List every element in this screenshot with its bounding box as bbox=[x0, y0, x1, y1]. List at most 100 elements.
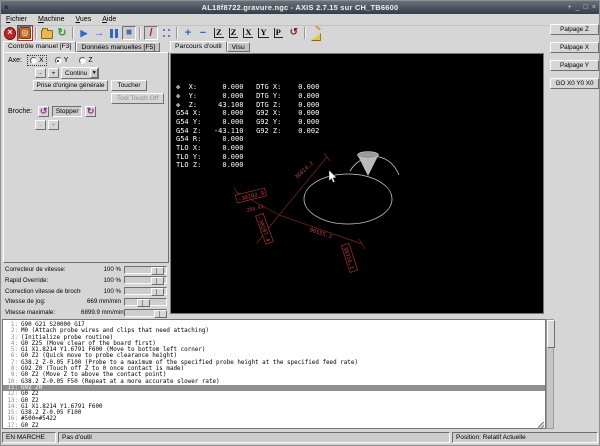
home-all-button[interactable]: Prise d'origine générale bbox=[33, 80, 108, 91]
rotate-icon: ↺ bbox=[290, 28, 298, 38]
menu-item[interactable]: Aide bbox=[102, 16, 116, 23]
dro-line: TLO Y: 0.000 bbox=[176, 153, 319, 162]
jog-minus-button[interactable]: - bbox=[35, 68, 46, 78]
slider-label: Correcteur de vitesse: bbox=[5, 266, 81, 273]
tool-cone bbox=[358, 152, 379, 177]
view-buttons: Z Z X Y P bbox=[213, 27, 284, 39]
touch-off-button[interactable]: Toucher bbox=[111, 80, 147, 91]
run-step-button[interactable]: → bbox=[92, 26, 106, 40]
tab-preview[interactable]: Parcours d'outil bbox=[170, 41, 227, 52]
spindle-slower-button[interactable]: - bbox=[35, 120, 46, 130]
slider-thumb[interactable] bbox=[151, 277, 164, 285]
slider-track[interactable] bbox=[124, 287, 167, 295]
gcode-listing[interactable]: 1: G90 G21 S20000 G17 2: M0 (Attach prob… bbox=[2, 319, 546, 429]
jog-increment-combo[interactable]: Continu ▼ bbox=[61, 67, 99, 79]
rotate-view-button[interactable]: ↺ bbox=[287, 26, 301, 40]
tool-touch-off-button[interactable]: Tool Touch Off bbox=[111, 93, 164, 104]
spindle-ccw-button[interactable]: ↺ bbox=[38, 106, 49, 117]
dro-line: TLO Z: 0.000 bbox=[176, 161, 319, 170]
override-sliders: Correcteur de vitesse: 100 % Rapid Overr… bbox=[3, 264, 169, 318]
dro-line: G54 Z: -43.110 G92 Z: 0.002 bbox=[176, 127, 319, 136]
slider-thumb[interactable] bbox=[151, 288, 164, 296]
menu-item[interactable]: Vues bbox=[76, 16, 92, 23]
zoom-in-icon: + bbox=[185, 28, 191, 38]
axis-radio[interactable]: X bbox=[28, 56, 46, 65]
chevron-down-icon: ▼ bbox=[90, 68, 98, 78]
pause-program-button[interactable] bbox=[107, 26, 121, 40]
resize-grip-icon[interactable] bbox=[538, 422, 544, 428]
dro-readout: ✥ X: 0.000 DTG X: 0.000✥ Y: 0.000 DTG Y:… bbox=[176, 57, 319, 170]
view-letter-icon: Y bbox=[258, 28, 268, 38]
toggle-skip-lines-button[interactable]: / bbox=[144, 26, 158, 40]
spindle-ccw-icon: ↺ bbox=[40, 107, 48, 116]
window-control-button[interactable]: □ bbox=[584, 1, 588, 14]
zoom-out-button[interactable]: − bbox=[196, 26, 210, 40]
slider-track[interactable] bbox=[124, 266, 167, 274]
slider-label: Correction vitesse de broche: bbox=[5, 288, 81, 295]
menu-item[interactable]: Fichier bbox=[6, 16, 27, 23]
slider-track[interactable] bbox=[124, 309, 167, 317]
spindle-label: Broche: bbox=[8, 108, 32, 115]
clear-plot-button[interactable] bbox=[309, 26, 323, 40]
listing-scrollbar[interactable] bbox=[546, 319, 554, 429]
zoom-in-button[interactable]: + bbox=[181, 26, 195, 40]
view-button[interactable]: Z bbox=[228, 27, 240, 39]
optional-pause-icon bbox=[163, 29, 170, 37]
toolbar-separator bbox=[35, 27, 37, 39]
preview-tabs: Parcours d'outil Visu bbox=[170, 41, 250, 52]
slider-thumb[interactable] bbox=[137, 299, 150, 307]
axis-radio[interactable]: Z bbox=[77, 56, 94, 65]
view-letter-icon: Z bbox=[229, 28, 239, 38]
reload-file-button[interactable]: ↻ bbox=[55, 26, 69, 40]
window-menu-icon[interactable]: × bbox=[4, 1, 9, 14]
tab-mdi[interactable]: Données manuelles [F5] bbox=[76, 42, 160, 52]
status-tool: Pas d'outil bbox=[58, 432, 450, 443]
window-control-button[interactable]: + bbox=[568, 1, 572, 14]
axis-label: Axe: bbox=[8, 57, 22, 64]
spindle-faster-button[interactable]: + bbox=[48, 120, 59, 130]
open-file-button[interactable] bbox=[40, 26, 54, 40]
power-icon: ◎ bbox=[19, 27, 31, 39]
stop-program-button[interactable]: ■ bbox=[122, 26, 136, 40]
slash-icon: / bbox=[149, 28, 152, 39]
probe-button[interactable]: GO X0 Y0 X0 bbox=[550, 78, 599, 89]
probe-button[interactable]: Palpage Z bbox=[550, 24, 599, 35]
status-position-mode: Position: Relatif Actuelle bbox=[452, 432, 598, 443]
axis-window: × AL18f8722.gravure.ngc - AXIS 2.7.15 su… bbox=[0, 0, 600, 446]
manual-tabs: Contrôle manuel [F3] Données manuelles [… bbox=[3, 41, 160, 52]
window-control-button[interactable]: _ bbox=[576, 1, 580, 14]
axis-radio[interactable]: Y bbox=[53, 56, 71, 65]
slider-thumb[interactable] bbox=[154, 310, 167, 318]
radio-icon bbox=[55, 57, 62, 64]
toolbar-separator bbox=[139, 27, 141, 39]
view-button[interactable]: P bbox=[273, 27, 284, 39]
run-program-button[interactable]: ▶ bbox=[77, 26, 91, 40]
view-button[interactable]: Z bbox=[213, 27, 225, 39]
toggle-optional-pause-button[interactable] bbox=[159, 26, 173, 40]
tab-dro[interactable]: Visu bbox=[227, 42, 250, 52]
scrollbar-thumb[interactable] bbox=[547, 320, 555, 348]
spindle-stop-button[interactable]: Stopper bbox=[52, 106, 82, 117]
gcode-line-text: G38.2 Z-0.05 F50 (Repeat at a more accur… bbox=[21, 379, 220, 385]
step-arrow-icon: → bbox=[94, 28, 105, 38]
slider-track[interactable] bbox=[124, 298, 167, 306]
view-button[interactable]: Y bbox=[257, 27, 269, 39]
window-control-button[interactable]: × bbox=[592, 1, 596, 14]
slider-thumb[interactable] bbox=[151, 267, 164, 275]
probe-button[interactable]: Palpage Y bbox=[550, 60, 599, 71]
slider-track[interactable] bbox=[124, 276, 167, 284]
slider-label: Vitesse maximale: bbox=[5, 309, 81, 316]
estop-icon: × bbox=[4, 27, 16, 40]
probe-button[interactable]: Palpage X bbox=[550, 42, 599, 53]
menu-item[interactable]: Machine bbox=[38, 16, 64, 23]
machine-power-button[interactable]: ◎ bbox=[18, 26, 32, 40]
view-button[interactable]: X bbox=[242, 27, 254, 39]
slider-value: 669 mm/min bbox=[81, 298, 121, 305]
estop-button[interactable]: × bbox=[3, 26, 17, 40]
jog-plus-button[interactable]: + bbox=[48, 68, 59, 78]
titlebar: × AL18f8722.gravure.ngc - AXIS 2.7.15 su… bbox=[1, 1, 599, 14]
spindle-cw-button[interactable]: ↻ bbox=[85, 106, 96, 117]
preview-canvas[interactable]: -30292.9 250.91 -30207.4 86555.3 30316.1 bbox=[170, 53, 544, 314]
status-machine-state: EN MARCHE bbox=[2, 432, 56, 443]
tab-manual-control[interactable]: Contrôle manuel [F3] bbox=[3, 41, 76, 52]
